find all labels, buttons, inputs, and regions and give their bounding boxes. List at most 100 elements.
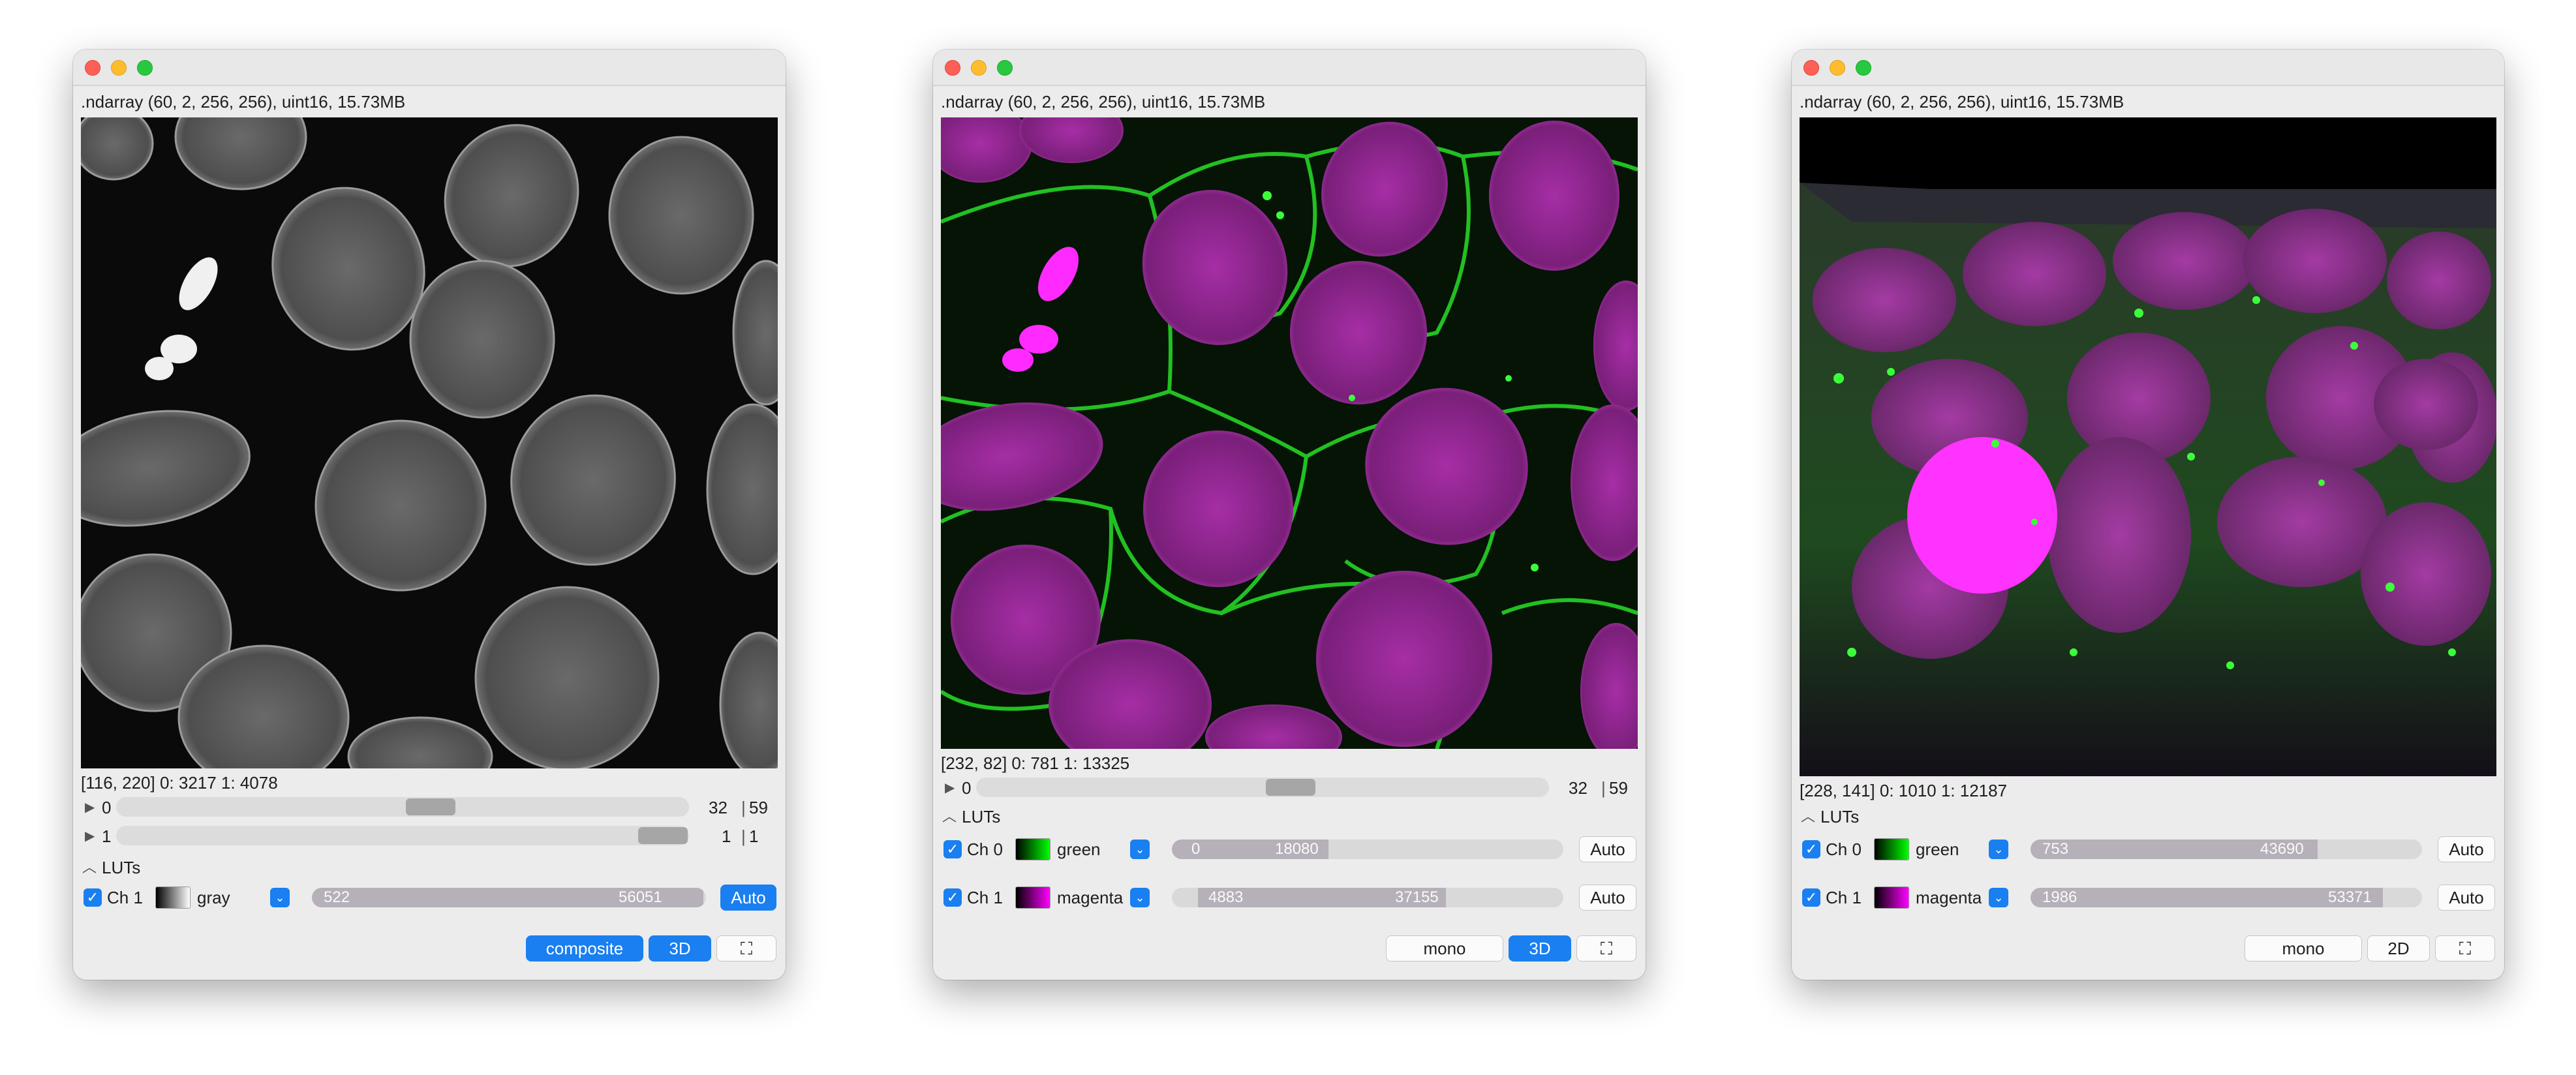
axis-1-separator: | <box>741 826 746 846</box>
luts-collapse-icon[interactable]: ︿ <box>942 806 957 827</box>
axis-0-slider-thumb[interactable] <box>1266 779 1315 796</box>
title-bar[interactable] <box>73 50 786 86</box>
play-axis-0-button[interactable]: ▶ <box>945 778 955 798</box>
axis-0-slider-thumb[interactable] <box>406 798 455 815</box>
ch1-visible-checkbox[interactable]: ✓ <box>943 888 962 907</box>
ch1-visible-checkbox[interactable]: ✓ <box>84 888 102 907</box>
ch1-range-max: 37155 <box>1395 888 1439 906</box>
ch1-auto-button[interactable]: Auto <box>720 885 776 911</box>
axis-0-value: 32 <box>709 798 728 817</box>
cursor-status: [232, 82] 0: 781 1: 13325 <box>941 753 1130 773</box>
ch1-visible-checkbox[interactable]: ✓ <box>1802 888 1820 907</box>
cursor-status: [228, 141] 0: 1010 1: 12187 <box>1800 781 2008 800</box>
fullscreen-icon[interactable]: ⛶ <box>716 935 776 961</box>
close-window-button[interactable] <box>85 60 100 76</box>
close-window-button[interactable] <box>945 60 960 76</box>
ch1-cmap-name: magenta <box>1057 888 1124 907</box>
ch0-label: Ch 0 <box>967 840 1003 859</box>
close-window-button[interactable] <box>1803 60 1819 76</box>
luts-label[interactable]: LUTs <box>102 857 140 878</box>
volume-render <box>1800 117 2496 776</box>
ch0-visible-checkbox[interactable]: ✓ <box>943 840 962 858</box>
zoom-window-button[interactable] <box>997 60 1013 76</box>
ch0-contrast-range[interactable]: 0 18080 <box>1172 840 1563 859</box>
axis-0-value: 32 <box>1569 778 1587 798</box>
image-canvas[interactable] <box>81 117 778 768</box>
array-info: .ndarray (60, 2, 256, 256), uint16, 15.7… <box>81 92 406 112</box>
ch1-auto-button[interactable]: Auto <box>1579 885 1636 911</box>
luts-collapse-icon[interactable]: ︿ <box>82 857 97 878</box>
minimize-window-button[interactable] <box>1830 60 1845 76</box>
toggle-3d-button[interactable]: 3D <box>649 935 711 961</box>
axis-1-slider[interactable] <box>116 826 689 845</box>
luts-collapse-icon[interactable]: ︿ <box>1801 806 1815 827</box>
composite-mode-button[interactable]: composite <box>526 935 643 961</box>
mono-mode-button[interactable]: mono <box>1386 935 1503 961</box>
ch1-range-min: 4883 <box>1208 888 1244 906</box>
luts-label[interactable]: LUTs <box>1820 806 1859 827</box>
axis-1-slider-thumb[interactable] <box>638 827 688 844</box>
magenta-colormap-swatch[interactable] <box>1015 886 1050 909</box>
array-info: .ndarray (60, 2, 256, 256), uint16, 15.7… <box>1800 92 2124 112</box>
axis-1-value: 1 <box>722 826 731 846</box>
viewer-window-composite: .ndarray (60, 2, 256, 256), uint16, 15.7… <box>933 50 1646 980</box>
ch0-cmap-name: green <box>1057 840 1101 859</box>
mono-mode-button[interactable]: mono <box>2245 935 2362 961</box>
ch1-cmap-dropdown-icon[interactable]: ⌄ <box>270 888 290 907</box>
axis-0-separator: | <box>741 798 746 817</box>
nuclei-image <box>81 117 778 768</box>
ch0-contrast-range[interactable]: 753 43690 <box>2031 840 2422 859</box>
ch1-contrast-range[interactable]: 4883 37155 <box>1172 888 1563 907</box>
ch0-auto-button[interactable]: Auto <box>2438 836 2495 862</box>
ch0-auto-button[interactable]: Auto <box>1579 836 1636 862</box>
axis-1-label: 1 <box>102 826 112 846</box>
ch1-cmap-dropdown-icon[interactable]: ⌄ <box>1989 888 2008 907</box>
title-bar[interactable] <box>1792 50 2504 86</box>
ch1-cmap-name: gray <box>197 888 230 907</box>
array-info: .ndarray (60, 2, 256, 256), uint16, 15.7… <box>941 92 1266 112</box>
play-axis-1-button[interactable]: ▶ <box>85 826 95 847</box>
luts-label[interactable]: LUTs <box>962 806 1000 827</box>
ch1-cmap-dropdown-icon[interactable]: ⌄ <box>1130 888 1150 907</box>
image-canvas[interactable] <box>1800 117 2496 776</box>
minimize-window-button[interactable] <box>971 60 987 76</box>
play-axis-0-button[interactable]: ▶ <box>85 797 95 818</box>
ch1-range-max: 56051 <box>619 888 662 906</box>
ch1-label: Ch 1 <box>107 888 143 907</box>
cursor-status: [116, 220] 0: 3217 1: 4078 <box>81 773 278 793</box>
ch1-range-max: 53371 <box>2328 888 2372 906</box>
ch1-auto-button[interactable]: Auto <box>2438 885 2495 911</box>
fullscreen-icon[interactable]: ⛶ <box>1576 935 1636 961</box>
zoom-window-button[interactable] <box>137 60 153 76</box>
ch0-cmap-dropdown-icon[interactable]: ⌄ <box>1130 840 1150 859</box>
axis-1-max: 1 <box>749 826 759 846</box>
ch1-cmap-name: magenta <box>1916 888 1982 907</box>
viewer-window-gray: .ndarray (60, 2, 256, 256), uint16, 15.7… <box>73 50 786 980</box>
image-canvas[interactable] <box>941 117 1638 749</box>
ch1-contrast-range[interactable]: 522 56051 <box>312 888 706 907</box>
green-colormap-swatch[interactable] <box>1015 838 1050 860</box>
axis-0-slider[interactable] <box>976 778 1549 797</box>
ch1-contrast-range[interactable]: 1986 53371 <box>2031 888 2422 907</box>
magenta-colormap-swatch[interactable] <box>1874 886 1909 909</box>
ch0-cmap-dropdown-icon[interactable]: ⌄ <box>1989 840 2008 859</box>
axis-0-label: 0 <box>962 778 972 798</box>
ch0-range-max: 43690 <box>2260 840 2304 858</box>
fullscreen-icon[interactable]: ⛶ <box>2435 935 2495 961</box>
ch0-range-max: 18080 <box>1275 840 1319 858</box>
ch1-label: Ch 1 <box>967 888 1003 907</box>
minimize-window-button[interactable] <box>111 60 127 76</box>
zoom-window-button[interactable] <box>1856 60 1871 76</box>
ch1-range-min: 1986 <box>2042 888 2078 906</box>
gray-colormap-swatch[interactable] <box>155 886 191 909</box>
title-bar[interactable] <box>933 50 1646 86</box>
ch0-visible-checkbox[interactable]: ✓ <box>1802 840 1820 858</box>
axis-0-slider[interactable] <box>116 797 689 817</box>
axis-0-max: 59 <box>749 798 768 817</box>
axis-0-separator: | <box>1601 778 1606 798</box>
composite-image <box>941 117 1638 749</box>
toggle-3d-button[interactable]: 3D <box>1509 935 1571 961</box>
green-colormap-swatch[interactable] <box>1874 838 1909 860</box>
toggle-2d-button[interactable]: 2D <box>2367 935 2430 961</box>
ch0-label: Ch 0 <box>1826 840 1862 859</box>
